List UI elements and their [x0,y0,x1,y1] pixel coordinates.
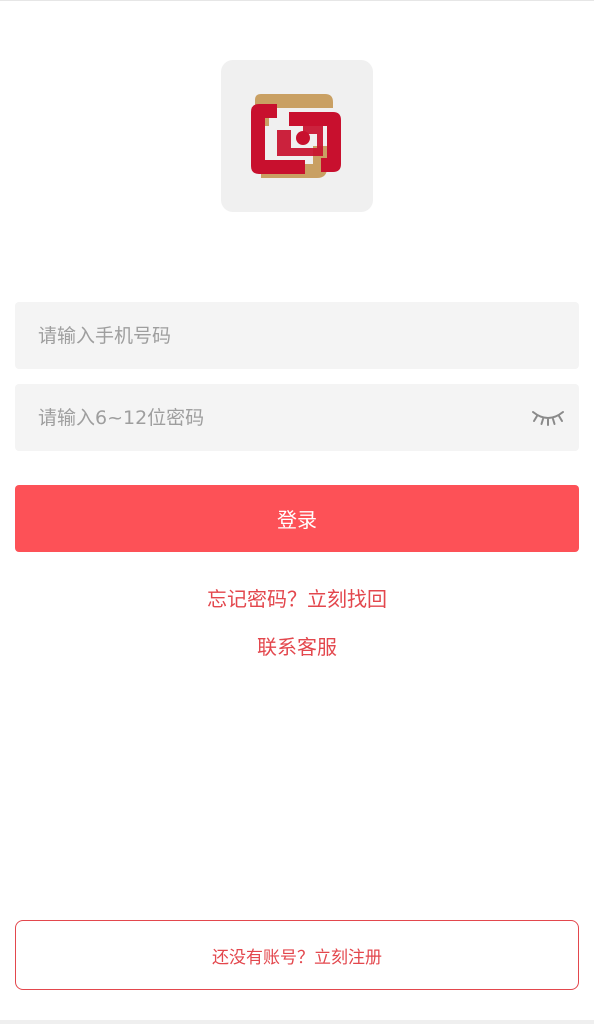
login-button[interactable]: 登录 [15,485,579,552]
contact-service-link[interactable]: 联系客服 [0,631,594,660]
app-logo [221,60,373,212]
login-page: 登录 忘记密码？立刻找回 联系客服 还没有账号？立刻注册 [0,0,594,1024]
phone-field[interactable] [15,302,579,369]
password-field[interactable] [15,384,579,451]
bank-logo-icon [251,94,341,178]
forgot-password-link[interactable]: 忘记密码？立刻找回 [0,583,594,612]
register-button[interactable]: 还没有账号？立刻注册 [15,920,579,990]
eye-closed-icon [532,411,564,426]
phone-input[interactable] [15,302,579,369]
password-input[interactable] [15,384,579,451]
password-visibility-toggle[interactable] [529,402,567,432]
bottom-divider [0,1020,594,1024]
